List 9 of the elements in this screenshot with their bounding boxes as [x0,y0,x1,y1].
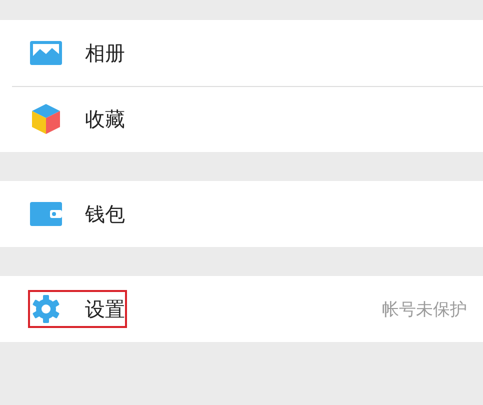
menu-item-label[interactable]: 收藏 [85,106,125,132]
menu-item-label[interactable]: 相册 [85,40,125,66]
status-note: 帐号未保护 [382,298,467,320]
cube-icon [30,103,62,135]
wallet-icon [30,202,62,226]
menu-item-label[interactable]: 钱包 [85,200,125,228]
picture-icon [30,41,62,65]
settings-icon [30,294,62,324]
menu-item-label[interactable]: 设置 [85,296,125,322]
